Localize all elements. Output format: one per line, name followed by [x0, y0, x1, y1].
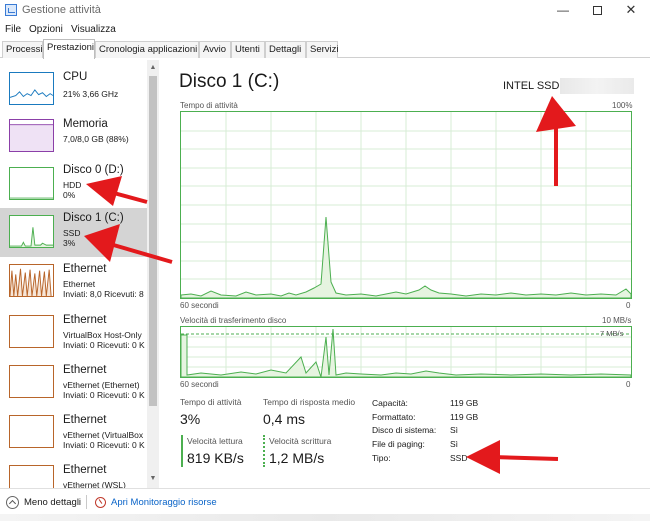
annotation-arrows	[84, 96, 576, 474]
arrow-to-model-icon	[536, 96, 576, 186]
arrow-to-ssd-icon	[84, 224, 173, 264]
arrow-to-hdd-icon	[86, 176, 148, 206]
arrow-to-type-icon	[466, 440, 559, 474]
